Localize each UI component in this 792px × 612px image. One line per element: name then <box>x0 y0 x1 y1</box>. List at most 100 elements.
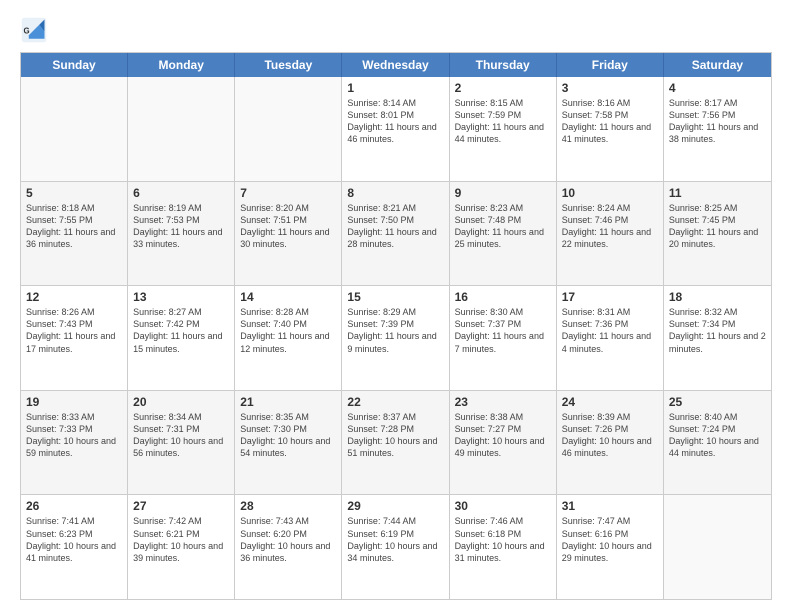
calendar: SundayMondayTuesdayWednesdayThursdayFrid… <box>20 52 772 600</box>
day-number: 1 <box>347 81 443 95</box>
calendar-cell-0-2 <box>235 77 342 181</box>
weekday-header-tuesday: Tuesday <box>235 53 342 77</box>
calendar-row-0: 1 Sunrise: 8:14 AM Sunset: 8:01 PM Daylig… <box>21 77 771 181</box>
calendar-cell-4-3: 29 Sunrise: 7:44 AM Sunset: 6:19 PM Dayli… <box>342 495 449 599</box>
calendar-cell-3-2: 21 Sunrise: 8:35 AM Sunset: 7:30 PM Dayli… <box>235 391 342 495</box>
day-number: 19 <box>26 395 122 409</box>
calendar-cell-0-4: 2 Sunrise: 8:15 AM Sunset: 7:59 PM Daylig… <box>450 77 557 181</box>
day-info: Sunrise: 8:19 AM Sunset: 7:53 PM Dayligh… <box>133 202 229 251</box>
weekday-header-monday: Monday <box>128 53 235 77</box>
page: G SundayMondayTuesdayWednesdayThursdayFr… <box>0 0 792 612</box>
calendar-cell-3-0: 19 Sunrise: 8:33 AM Sunset: 7:33 PM Dayli… <box>21 391 128 495</box>
calendar-cell-4-2: 28 Sunrise: 7:43 AM Sunset: 6:20 PM Dayli… <box>235 495 342 599</box>
calendar-cell-2-6: 18 Sunrise: 8:32 AM Sunset: 7:34 PM Dayli… <box>664 286 771 390</box>
calendar-cell-1-5: 10 Sunrise: 8:24 AM Sunset: 7:46 PM Dayli… <box>557 182 664 286</box>
calendar-row-3: 19 Sunrise: 8:33 AM Sunset: 7:33 PM Dayli… <box>21 390 771 495</box>
day-number: 23 <box>455 395 551 409</box>
calendar-cell-1-3: 8 Sunrise: 8:21 AM Sunset: 7:50 PM Daylig… <box>342 182 449 286</box>
day-number: 2 <box>455 81 551 95</box>
day-number: 5 <box>26 186 122 200</box>
day-info: Sunrise: 8:21 AM Sunset: 7:50 PM Dayligh… <box>347 202 443 251</box>
day-number: 29 <box>347 499 443 513</box>
calendar-cell-1-0: 5 Sunrise: 8:18 AM Sunset: 7:55 PM Daylig… <box>21 182 128 286</box>
day-info: Sunrise: 8:34 AM Sunset: 7:31 PM Dayligh… <box>133 411 229 460</box>
day-info: Sunrise: 8:15 AM Sunset: 7:59 PM Dayligh… <box>455 97 551 146</box>
calendar-cell-0-0 <box>21 77 128 181</box>
day-number: 9 <box>455 186 551 200</box>
day-info: Sunrise: 7:41 AM Sunset: 6:23 PM Dayligh… <box>26 515 122 564</box>
day-number: 12 <box>26 290 122 304</box>
calendar-cell-2-2: 14Sunrise: 8:28 AM Sunset: 7:40 PM Dayli… <box>235 286 342 390</box>
weekday-header-wednesday: Wednesday <box>342 53 449 77</box>
calendar-cell-2-3: 15 Sunrise: 8:29 AM Sunset: 7:39 PM Dayli… <box>342 286 449 390</box>
day-number: 22 <box>347 395 443 409</box>
calendar-cell-0-1 <box>128 77 235 181</box>
calendar-row-1: 5 Sunrise: 8:18 AM Sunset: 7:55 PM Daylig… <box>21 181 771 286</box>
day-number: 16 <box>455 290 551 304</box>
day-info: Sunrise: 8:35 AM Sunset: 7:30 PM Dayligh… <box>240 411 336 460</box>
calendar-cell-3-1: 20 Sunrise: 8:34 AM Sunset: 7:31 PM Dayli… <box>128 391 235 495</box>
day-number: 10 <box>562 186 658 200</box>
day-info: Sunrise: 8:29 AM Sunset: 7:39 PM Dayligh… <box>347 306 443 355</box>
calendar-cell-4-0: 26 Sunrise: 7:41 AM Sunset: 6:23 PM Dayli… <box>21 495 128 599</box>
day-info: Sunrise: 8:25 AM Sunset: 7:45 PM Dayligh… <box>669 202 766 251</box>
calendar-cell-4-4: 30 Sunrise: 7:46 AM Sunset: 6:18 PM Dayli… <box>450 495 557 599</box>
day-info: Sunrise: 8:26 AM Sunset: 7:43 PM Dayligh… <box>26 306 122 355</box>
day-number: 24 <box>562 395 658 409</box>
day-info: Sunrise: 7:42 AM Sunset: 6:21 PM Dayligh… <box>133 515 229 564</box>
weekday-header-sunday: Sunday <box>21 53 128 77</box>
day-info: Sunrise: 7:46 AM Sunset: 6:18 PM Dayligh… <box>455 515 551 564</box>
calendar-body: 1 Sunrise: 8:14 AM Sunset: 8:01 PM Daylig… <box>21 77 771 599</box>
calendar-cell-1-1: 6 Sunrise: 8:19 AM Sunset: 7:53 PM Daylig… <box>128 182 235 286</box>
day-number: 6 <box>133 186 229 200</box>
calendar-row-4: 26 Sunrise: 7:41 AM Sunset: 6:23 PM Dayli… <box>21 494 771 599</box>
calendar-cell-3-4: 23 Sunrise: 8:38 AM Sunset: 7:27 PM Dayli… <box>450 391 557 495</box>
day-number: 20 <box>133 395 229 409</box>
day-info: Sunrise: 7:44 AM Sunset: 6:19 PM Dayligh… <box>347 515 443 564</box>
calendar-cell-4-6 <box>664 495 771 599</box>
day-number: 15 <box>347 290 443 304</box>
day-info: Sunrise: 8:18 AM Sunset: 7:55 PM Dayligh… <box>26 202 122 251</box>
day-info: Sunrise: 8:14 AM Sunset: 8:01 PM Dayligh… <box>347 97 443 146</box>
day-number: 11 <box>669 186 766 200</box>
calendar-cell-0-6: 4Sunrise: 8:17 AM Sunset: 7:56 PM Daylig… <box>664 77 771 181</box>
weekday-header-thursday: Thursday <box>450 53 557 77</box>
day-info: Sunrise: 8:32 AM Sunset: 7:34 PM Dayligh… <box>669 306 766 355</box>
day-info: Sunrise: 8:27 AM Sunset: 7:42 PM Dayligh… <box>133 306 229 355</box>
day-number: 18 <box>669 290 766 304</box>
day-info: Sunrise: 8:30 AM Sunset: 7:37 PM Dayligh… <box>455 306 551 355</box>
day-info: Sunrise: 8:31 AM Sunset: 7:36 PM Dayligh… <box>562 306 658 355</box>
calendar-cell-2-0: 12 Sunrise: 8:26 AM Sunset: 7:43 PM Dayli… <box>21 286 128 390</box>
calendar-cell-2-1: 13Sunrise: 8:27 AM Sunset: 7:42 PM Dayli… <box>128 286 235 390</box>
weekday-header-friday: Friday <box>557 53 664 77</box>
calendar-row-2: 12 Sunrise: 8:26 AM Sunset: 7:43 PM Dayli… <box>21 285 771 390</box>
calendar-cell-3-6: 25Sunrise: 8:40 AM Sunset: 7:24 PM Dayli… <box>664 391 771 495</box>
day-number: 25 <box>669 395 766 409</box>
day-number: 21 <box>240 395 336 409</box>
calendar-cell-0-3: 1 Sunrise: 8:14 AM Sunset: 8:01 PM Daylig… <box>342 77 449 181</box>
day-number: 8 <box>347 186 443 200</box>
calendar-cell-1-6: 11 Sunrise: 8:25 AM Sunset: 7:45 PM Dayli… <box>664 182 771 286</box>
day-number: 27 <box>133 499 229 513</box>
day-number: 14 <box>240 290 336 304</box>
day-number: 30 <box>455 499 551 513</box>
day-info: Sunrise: 8:38 AM Sunset: 7:27 PM Dayligh… <box>455 411 551 460</box>
day-info: Sunrise: 8:33 AM Sunset: 7:33 PM Dayligh… <box>26 411 122 460</box>
logo: G <box>20 16 52 44</box>
calendar-cell-3-5: 24Sunrise: 8:39 AM Sunset: 7:26 PM Dayli… <box>557 391 664 495</box>
generalblue-logo-icon: G <box>20 16 48 44</box>
calendar-cell-1-4: 9 Sunrise: 8:23 AM Sunset: 7:48 PM Daylig… <box>450 182 557 286</box>
calendar-cell-3-3: 22Sunrise: 8:37 AM Sunset: 7:28 PM Dayli… <box>342 391 449 495</box>
day-number: 7 <box>240 186 336 200</box>
day-number: 26 <box>26 499 122 513</box>
day-number: 28 <box>240 499 336 513</box>
day-info: Sunrise: 8:20 AM Sunset: 7:51 PM Dayligh… <box>240 202 336 251</box>
weekday-header-saturday: Saturday <box>664 53 771 77</box>
day-info: Sunrise: 7:43 AM Sunset: 6:20 PM Dayligh… <box>240 515 336 564</box>
day-info: Sunrise: 8:24 AM Sunset: 7:46 PM Dayligh… <box>562 202 658 251</box>
calendar-cell-0-5: 3Sunrise: 8:16 AM Sunset: 7:58 PM Daylig… <box>557 77 664 181</box>
day-info: Sunrise: 7:47 AM Sunset: 6:16 PM Dayligh… <box>562 515 658 564</box>
day-info: Sunrise: 8:23 AM Sunset: 7:48 PM Dayligh… <box>455 202 551 251</box>
header: G <box>20 16 772 44</box>
calendar-cell-4-1: 27 Sunrise: 7:42 AM Sunset: 6:21 PM Dayli… <box>128 495 235 599</box>
